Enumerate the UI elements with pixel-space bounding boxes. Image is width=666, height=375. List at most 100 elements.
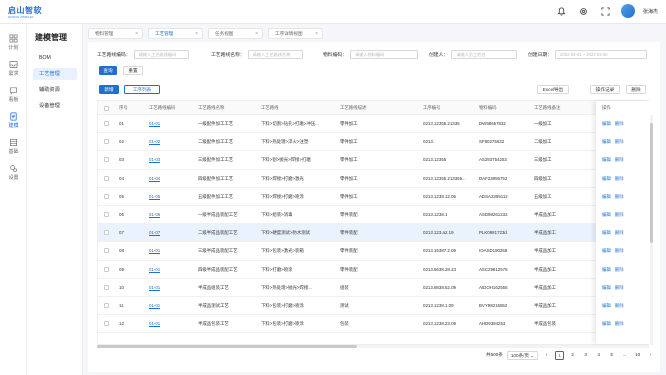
delete-link[interactable]: 删除 [615, 267, 624, 272]
delete-link[interactable]: 删除 [615, 212, 624, 217]
delete-link[interactable]: 删除 [615, 176, 624, 181]
prev-page-button[interactable]: ‹ [542, 351, 551, 360]
rail-item-settings[interactable]: 设置 [0, 164, 27, 181]
delete-link[interactable]: 删除 [615, 139, 624, 144]
rail-item-basic[interactable]: 基础 [0, 138, 27, 155]
table-row[interactable]: 09 01-01 四级半成品装配工艺 下料>打磨>喷涂 零件装配 0213.5638.28… [98, 261, 648, 279]
tab-task-view[interactable]: 任务视图 × [208, 28, 263, 39]
sub-nav-item-aux[interactable]: 辅助资源 [33, 84, 77, 96]
edit-link[interactable]: 编辑 [602, 194, 611, 199]
select-all-checkbox[interactable] [104, 105, 109, 111]
close-icon[interactable]: × [315, 29, 318, 39]
material-code-input[interactable]: 请输入物料编码 [350, 50, 418, 59]
creator-input[interactable]: 请输入员工姓名 [451, 50, 518, 59]
row-checkbox[interactable] [104, 193, 109, 199]
scroll-thumb[interactable] [650, 123, 653, 243]
table-row[interactable]: 07 01-07 二级半成品装配工艺 下料>硬度测试>防水测试 零件装配 0213.123… [98, 224, 648, 243]
edit-link[interactable]: 编辑 [602, 230, 611, 235]
table-row[interactable]: 05 01-05 五级配件加工工艺 下料>焊接>打磨>喷涂 零件加工 0213.1238.… [98, 188, 648, 206]
route-code-link[interactable]: 01-01 [149, 261, 160, 279]
edit-link[interactable]: 编辑 [602, 248, 611, 253]
row-checkbox[interactable] [104, 121, 109, 126]
page-button[interactable]: 10 [633, 351, 642, 360]
route-code-link[interactable]: 01-01 [149, 242, 160, 260]
page-button[interactable]: 2 [568, 351, 577, 360]
page-ellipsis[interactable]: ... [620, 351, 629, 360]
route-code-link[interactable]: 01-07 [149, 224, 160, 242]
tab-process[interactable]: 工艺管理 × [148, 28, 203, 39]
row-checkbox[interactable] [104, 139, 109, 145]
route-name-input[interactable]: 请输入工艺路线名称 [247, 50, 303, 59]
table-row[interactable]: 10 01-01 半成品组装工艺 下料>热处理>抛光>焊接... 组装 0213.8838… [98, 279, 648, 297]
route-code-link[interactable]: 01-02 [149, 133, 160, 151]
edit-link[interactable]: 编辑 [602, 303, 611, 308]
page-button[interactable]: 4 [594, 351, 603, 360]
table-row[interactable]: 04 01-04 四级配件加工工艺 下料>焊接>打磨>激光 零件加工 0213.12355… [98, 170, 648, 188]
edit-link[interactable]: 编辑 [602, 212, 611, 217]
gear-icon[interactable] [577, 4, 591, 18]
row-checkbox[interactable] [104, 303, 109, 308]
table-row[interactable]: 02 01-02 二级配件加工工艺 下料>热处理>淬火>注塑 零件加工 0213. SF80… [98, 133, 648, 152]
edit-link[interactable]: 编辑 [602, 139, 611, 144]
rail-item-demand[interactable]: 需求 [0, 60, 27, 77]
close-icon[interactable]: × [135, 29, 138, 39]
delete-link[interactable]: 删除 [615, 285, 624, 290]
delete-link[interactable]: 删除 [615, 321, 624, 326]
page-button[interactable]: 1 [555, 350, 565, 360]
delete-link[interactable]: 删除 [615, 303, 624, 308]
tab-operation-detail[interactable]: 工序详情视图 × [268, 28, 323, 39]
user-name[interactable]: 张海杰 [643, 8, 658, 15]
table-row[interactable]: 06 01-06 一级半成品装配工艺 下料>组装>消毒 零件装配 0213.1238.1 A… [98, 206, 648, 225]
row-checkbox[interactable] [104, 157, 109, 163]
rail-item-board[interactable]: 看板 [0, 86, 27, 103]
route-code-link[interactable]: 01-04 [149, 170, 160, 188]
table-row[interactable]: 11 01-01 半成品测试工艺 下料>包装>打磨>喷涂 测试 0213.1238.1.0… [98, 297, 648, 316]
bell-icon[interactable] [555, 4, 569, 18]
row-checkbox[interactable] [104, 212, 109, 217]
reset-button[interactable]: 重置 [123, 66, 143, 75]
edit-link[interactable]: 编辑 [602, 157, 611, 162]
route-code-input[interactable]: 请输入工艺路线编码 [133, 50, 189, 59]
add-button[interactable]: 新增 [99, 85, 119, 94]
row-checkbox[interactable] [104, 230, 109, 236]
page-size-select[interactable]: 100条/页 ⌄ [506, 350, 539, 360]
edit-link[interactable]: 编辑 [602, 121, 611, 126]
delete-link[interactable]: 删除 [615, 121, 624, 126]
avatar[interactable] [620, 4, 635, 18]
route-code-link[interactable]: 01-03 [149, 151, 160, 169]
row-checkbox[interactable] [104, 321, 109, 327]
query-button[interactable]: 查询 [99, 66, 117, 75]
row-checkbox[interactable] [104, 175, 109, 181]
delete-button[interactable]: 删除 [626, 85, 646, 94]
scroll-thumb[interactable] [97, 345, 357, 348]
rail-item-modeling[interactable]: 建模 [0, 112, 27, 129]
tab-material[interactable]: 物料管理 × [88, 28, 143, 39]
next-page-button[interactable]: › [646, 351, 655, 360]
process-list-button[interactable]: 工序列表 [124, 85, 160, 94]
excel-export-button[interactable]: Excel导出 [537, 85, 569, 94]
operation-log-button[interactable]: 操作记录 [590, 85, 620, 94]
date-range-input[interactable]: 2022-03-01 ~ 2022-03-30 [555, 50, 647, 59]
sub-nav-item-equipment[interactable]: 设备管理 [33, 100, 77, 112]
route-code-link[interactable]: 01-01 [149, 115, 160, 133]
row-checkbox[interactable] [104, 248, 109, 254]
route-code-link[interactable]: 01-05 [149, 188, 160, 206]
sub-nav-item-process[interactable]: 工艺管理 [33, 68, 77, 80]
page-button[interactable]: 5 [607, 351, 616, 360]
table-row[interactable]: 12 01-01 半成品包装工艺 下料>包装>打磨>喷涂 包装 0213.1238.23.… [98, 315, 648, 334]
delete-link[interactable]: 删除 [615, 157, 624, 162]
rail-item-plan[interactable]: 计划 [0, 34, 27, 51]
delete-link[interactable]: 删除 [615, 194, 624, 199]
page-button[interactable]: 3 [581, 351, 590, 360]
route-code-link[interactable]: 01-01 [149, 315, 160, 333]
vertical-scrollbar[interactable] [650, 115, 653, 345]
delete-link[interactable]: 删除 [615, 248, 624, 253]
edit-link[interactable]: 编辑 [602, 267, 611, 272]
row-checkbox[interactable] [104, 266, 109, 272]
delete-link[interactable]: 删除 [615, 230, 624, 235]
horizontal-scrollbar[interactable] [97, 345, 649, 348]
edit-link[interactable]: 编辑 [602, 321, 611, 326]
fullscreen-icon[interactable] [599, 4, 613, 18]
sub-nav-item-bom[interactable]: BOM [33, 52, 77, 64]
route-code-link[interactable]: 01-01 [149, 279, 160, 297]
